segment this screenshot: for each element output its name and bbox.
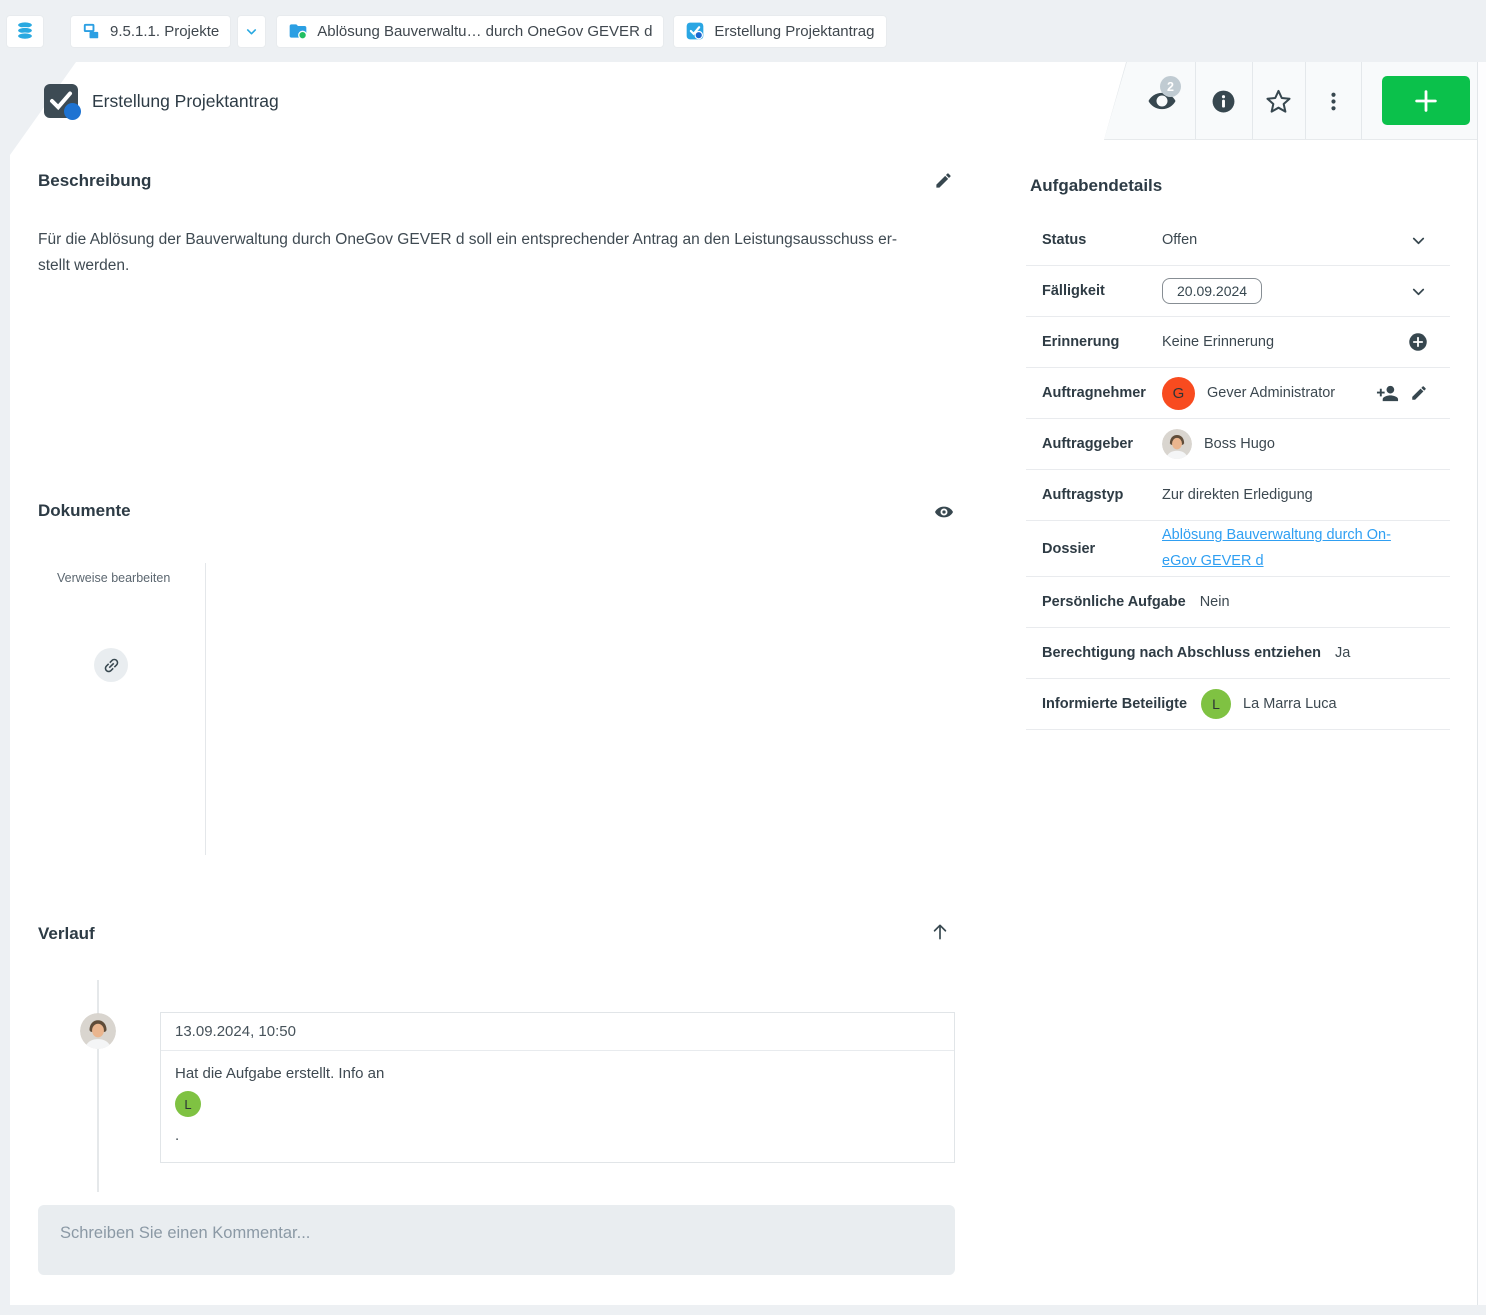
repository-icon (82, 22, 101, 41)
reminder-value: Keine Erinnerung (1162, 334, 1274, 350)
status-chevron-down-icon[interactable] (1409, 231, 1428, 250)
due-date-chevron-down-icon[interactable] (1409, 282, 1428, 301)
breadcrumb-bar: 9.5.1.1. Projekte Ablösung Bauverwaltu… … (0, 0, 1486, 62)
informed-participant-avatar: L (1201, 689, 1231, 719)
detail-row-due-date: Fälligkeit 20.09.2024 (1026, 266, 1450, 317)
task-type-icon (44, 84, 78, 118)
issuer-avatar (1162, 429, 1192, 459)
dossier-link[interactable]: Ablösung Bauverwaltung durch On- eGov GE… (1162, 523, 1391, 574)
history-entry-card: 13.09.2024, 10:50 Hat die Aufgabe erstel… (160, 1012, 955, 1163)
dossier-label: Dossier (1042, 541, 1162, 557)
chevron-down-icon (244, 24, 259, 39)
status-label: Status (1042, 232, 1162, 248)
assignee-avatar: G (1162, 377, 1195, 410)
detail-row-dossier: Dossier Ablösung Bauverwaltung durch On-… (1026, 521, 1450, 577)
detail-row-task-type: Auftragstyp Zur direkten Erledigung (1026, 470, 1450, 521)
documents-heading: Dokumente (38, 501, 131, 521)
task-check-icon (685, 21, 705, 41)
detail-row-revoke-permission: Berechtigung nach Abschluss entziehen Ja (1026, 628, 1450, 679)
detail-row-status: Status Offen (1026, 215, 1450, 266)
breadcrumb-expand-chip[interactable] (238, 16, 265, 47)
add-button[interactable] (1382, 76, 1470, 125)
dossier-link-line: Ablösung Bauverwaltung durch On- (1162, 523, 1391, 549)
issuer-label: Auftraggeber (1042, 436, 1162, 452)
breadcrumb-dossier-label: Ablösung Bauverwaltu… durch OneGov GEVER… (317, 23, 652, 40)
plus-icon (1412, 87, 1440, 115)
task-details-heading: Aufgabendetails (1030, 176, 1450, 196)
edit-references-link-icon[interactable] (94, 648, 128, 682)
breadcrumb-task-label: Erstellung Projektantrag (714, 23, 874, 40)
collapse-history-arrow-up-icon[interactable] (930, 922, 950, 942)
status-value: Offen (1162, 232, 1197, 248)
favorite-star-icon[interactable] (1252, 62, 1305, 140)
description-line: stellt werden. (38, 253, 940, 279)
watchers-count-badge: 2 (1160, 76, 1181, 97)
database-icon (14, 20, 36, 42)
add-reminder-plus-icon[interactable] (1408, 332, 1428, 352)
description-text: Für die Ablösung der Bauverwaltung durch… (38, 227, 940, 279)
assignee-label: Auftragnehmer (1042, 385, 1162, 401)
detail-row-assignee: Auftragnehmer G Gever Administrator (1026, 368, 1450, 419)
breadcrumb-repository-label: 9.5.1.1. Projekte (110, 23, 219, 40)
informed-participants-value: La Marra Luca (1243, 696, 1337, 712)
personal-task-label: Persönliche Aufgabe (1042, 594, 1200, 610)
history-entry-timestamp: 13.09.2024, 10:50 (161, 1013, 954, 1051)
informed-participants-label: Informierte Beteiligte (1042, 696, 1201, 712)
personal-task-value: Nein (1200, 594, 1230, 610)
breadcrumb-task-chip[interactable]: Erstellung Projektantrag (674, 16, 885, 47)
dossier-link-line: eGov GEVER d (1162, 549, 1391, 575)
revoke-permission-value: Ja (1335, 645, 1350, 661)
reminder-label: Erinnerung (1042, 334, 1162, 350)
task-type-label: Auftragstyp (1042, 487, 1162, 503)
documents-visibility-eye-icon[interactable] (934, 502, 954, 522)
breadcrumb-repository-chip[interactable]: 9.5.1.1. Projekte (71, 16, 230, 47)
task-details-panel: Aufgabendetails Status Offen Fälligkeit … (1026, 176, 1450, 730)
watchers-eye-icon[interactable] (1132, 62, 1192, 140)
assignee-value: Gever Administrator (1207, 385, 1335, 401)
history-heading: Verlauf (38, 924, 95, 944)
due-date-label: Fälligkeit (1042, 283, 1162, 299)
more-options-kebab-icon[interactable] (1305, 62, 1361, 140)
dossier-folder-icon (288, 21, 308, 41)
breadcrumb-root-chip[interactable] (7, 16, 43, 47)
edit-references-label: Verweise bearbeiten (57, 571, 170, 585)
divider (1361, 62, 1362, 139)
revoke-permission-label: Berechtigung nach Abschluss entziehen (1042, 645, 1335, 661)
header-action-strip: 2 (1104, 62, 1477, 140)
edit-assignee-pencil-icon[interactable] (1410, 384, 1428, 402)
detail-row-reminder: Erinnerung Keine Erinnerung (1026, 317, 1450, 368)
divider (205, 563, 206, 855)
scrollbar-track[interactable] (1477, 62, 1486, 1305)
comment-input[interactable] (38, 1205, 955, 1275)
history-entry-text: Hat die Aufgabe erstellt. Info an (175, 1065, 940, 1082)
mentioned-participant-avatar: L (175, 1091, 201, 1117)
reassign-person-add-icon[interactable] (1376, 382, 1399, 405)
due-date-field[interactable]: 20.09.2024 (1162, 278, 1262, 304)
description-heading: Beschreibung (38, 171, 151, 191)
task-type-value: Zur direkten Erledigung (1162, 487, 1313, 503)
history-entry-suffix: . (175, 1127, 940, 1144)
detail-row-informed-participants: Informierte Beteiligte L La Marra Luca (1026, 679, 1450, 730)
issuer-value: Boss Hugo (1204, 436, 1275, 452)
page-title: Erstellung Projektantrag (92, 91, 279, 112)
task-state-dot (64, 103, 81, 120)
info-icon[interactable] (1195, 62, 1252, 140)
detail-row-issuer: Auftraggeber Boss Hugo (1026, 419, 1450, 470)
description-line: Für die Ablösung der Bauverwaltung durch… (38, 227, 940, 253)
edit-description-pencil-icon[interactable] (934, 171, 953, 190)
detail-row-personal-task: Persönliche Aufgabe Nein (1026, 577, 1450, 628)
history-entry-avatar (80, 1013, 116, 1049)
timeline-line (97, 980, 99, 1192)
breadcrumb-dossier-chip[interactable]: Ablösung Bauverwaltu… durch OneGov GEVER… (277, 16, 663, 47)
